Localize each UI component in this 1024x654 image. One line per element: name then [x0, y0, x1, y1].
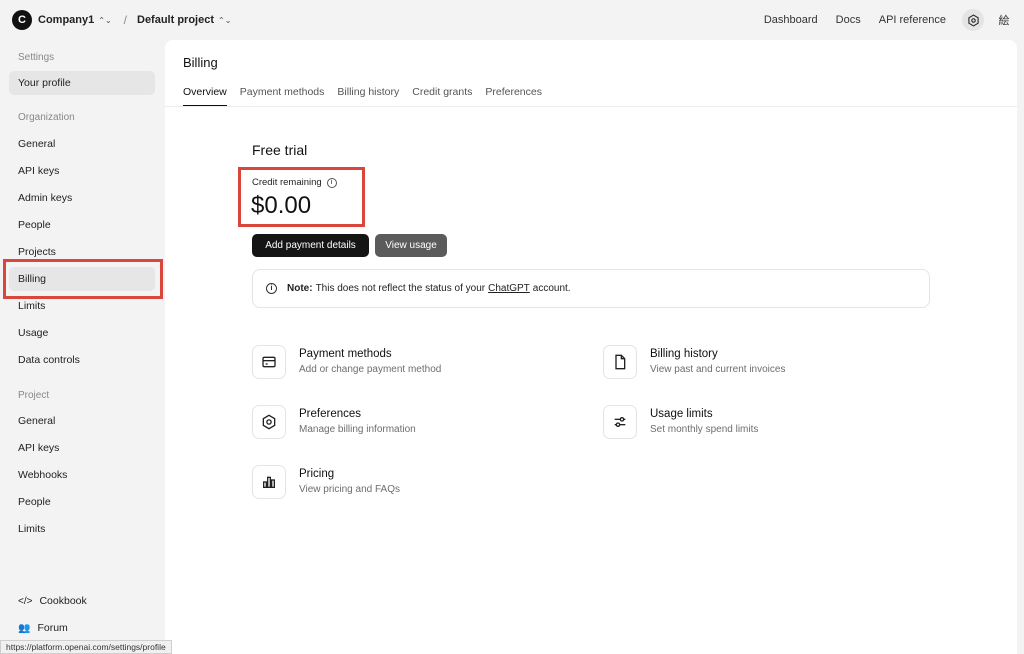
tab-overview[interactable]: Overview [183, 86, 227, 107]
card-subtitle: View pricing and FAQs [299, 484, 400, 495]
sidebar-item-label: People [18, 496, 51, 508]
sidebar-item-label: Admin keys [18, 192, 73, 204]
api-reference-link[interactable]: API reference [879, 14, 946, 26]
sidebar-item-label: API keys [18, 165, 60, 177]
sidebar-item-admin-keys[interactable]: Admin keys [9, 186, 155, 210]
org-avatar[interactable]: C [12, 10, 32, 30]
card-subtitle: Manage billing information [299, 424, 416, 435]
sidebar-item-label: Billing [18, 273, 47, 285]
sidebar-item-projects[interactable]: Projects [9, 240, 155, 264]
settings-button[interactable] [962, 9, 984, 31]
chatgpt-link[interactable]: ChatGPT [488, 283, 530, 294]
credit-remaining-label: Credit remaining i [252, 177, 337, 188]
sidebar: Settings Your profile Organization Gener… [0, 40, 165, 654]
people-icon: 👥 [18, 622, 31, 634]
bar-chart-icon [252, 465, 286, 499]
note-banner: i Note: This does not reflect the status… [252, 269, 930, 308]
settings-heading: Settings [18, 52, 55, 63]
project-heading: Project [18, 390, 50, 401]
tab-credit-grants[interactable]: Credit grants [412, 86, 472, 107]
gear-icon [967, 13, 979, 27]
card-title: Pricing [299, 468, 335, 480]
sidebar-item-label: Data controls [18, 354, 80, 366]
card-title: Preferences [299, 408, 362, 420]
credit-remaining-value: $0.00 [251, 192, 312, 219]
organization-heading: Organization [18, 112, 75, 123]
sidebar-item-project-general[interactable]: General [9, 409, 155, 433]
project-name: Default project [137, 14, 215, 26]
main-panel: Billing Overview Payment methods Billing… [165, 40, 1017, 654]
card-title: Usage limits [650, 408, 713, 420]
project-switcher[interactable]: Default project ⌃⌄ [137, 14, 231, 26]
sidebar-item-webhooks[interactable]: Webhooks [9, 463, 155, 487]
card-subtitle: Add or change payment method [299, 364, 442, 375]
sidebar-item-label: Limits [18, 300, 46, 312]
payment-methods-card[interactable]: Payment methods Add or change payment me… [252, 345, 441, 379]
sidebar-item-label: Projects [18, 246, 56, 258]
tab-payment-methods[interactable]: Payment methods [240, 86, 325, 107]
view-usage-button[interactable]: View usage [375, 234, 447, 257]
chevron-up-down-icon: ⌃⌄ [98, 15, 112, 25]
sidebar-item-label: Usage [18, 327, 49, 339]
sidebar-item-label: Webhooks [18, 469, 68, 481]
org-name: Company1 [38, 14, 95, 26]
sidebar-item-project-limits[interactable]: Limits [9, 517, 155, 541]
org-switcher[interactable]: Company1 ⌃⌄ [38, 14, 112, 26]
chevron-up-down-icon: ⌃⌄ [218, 15, 232, 25]
add-payment-details-button[interactable]: Add payment details [252, 234, 369, 257]
tabs-divider [165, 106, 1017, 107]
note-text-end: account. [532, 283, 571, 294]
sidebar-item-label: General [18, 138, 56, 150]
info-icon: i [266, 283, 277, 294]
sidebar-item-cookbook[interactable]: </> Cookbook [9, 589, 155, 613]
dashboard-link[interactable]: Dashboard [764, 14, 818, 26]
card-title: Payment methods [299, 348, 392, 360]
sidebar-item-label: API keys [18, 442, 60, 454]
sidebar-item-label: Cookbook [39, 595, 87, 607]
document-icon [603, 345, 637, 379]
sidebar-item-label: Limits [18, 523, 46, 535]
card-subtitle: Set monthly spend limits [650, 424, 759, 435]
sidebar-item-label: General [18, 415, 56, 427]
page-title: Billing [183, 55, 218, 70]
pricing-card[interactable]: Pricing View pricing and FAQs [252, 465, 400, 499]
top-nav: Dashboard Docs API reference 絵 [746, 9, 1012, 31]
preferences-card[interactable]: Preferences Manage billing information [252, 405, 416, 439]
sliders-icon [603, 405, 637, 439]
usage-limits-card[interactable]: Usage limits Set monthly spend limits [603, 405, 758, 439]
sidebar-item-org-limits[interactable]: Limits [9, 294, 155, 318]
credit-card-icon [252, 345, 286, 379]
breadcrumb-separator: / [123, 13, 127, 27]
note-label: Note: [287, 283, 313, 294]
sidebar-item-project-api-keys[interactable]: API keys [9, 436, 155, 460]
settings-icon [252, 405, 286, 439]
sidebar-item-label: Your profile [18, 77, 71, 89]
language-icon[interactable]: 絵 [996, 12, 1012, 28]
sidebar-item-project-people[interactable]: People [9, 490, 155, 514]
sidebar-item-forum[interactable]: 👥 Forum [9, 616, 155, 640]
sidebar-item-billing[interactable]: Billing [9, 267, 155, 291]
code-icon: </> [18, 595, 33, 607]
sidebar-item-label: Forum [37, 622, 68, 634]
sidebar-item-your-profile[interactable]: Your profile [9, 71, 155, 95]
info-icon[interactable]: i [326, 177, 337, 188]
card-subtitle: View past and current invoices [650, 364, 786, 375]
billing-tabs: Overview Payment methods Billing history… [183, 86, 555, 107]
sidebar-item-data-controls[interactable]: Data controls [9, 348, 155, 372]
sidebar-item-label: People [18, 219, 51, 231]
card-title: Billing history [650, 348, 718, 360]
sidebar-item-org-people[interactable]: People [9, 213, 155, 237]
top-bar: C Company1 ⌃⌄ / Default project ⌃⌄ Dashb… [0, 0, 1024, 40]
sidebar-item-org-api-keys[interactable]: API keys [9, 159, 155, 183]
billing-history-card[interactable]: Billing history View past and current in… [603, 345, 785, 379]
tab-billing-history[interactable]: Billing history [337, 86, 399, 107]
sidebar-item-usage[interactable]: Usage [9, 321, 155, 345]
plan-title: Free trial [252, 142, 308, 158]
sidebar-item-org-general[interactable]: General [9, 132, 155, 156]
tab-preferences[interactable]: Preferences [485, 86, 542, 107]
link-preview-status-bar: https://platform.openai.com/settings/pro… [0, 640, 172, 654]
docs-link[interactable]: Docs [836, 14, 861, 26]
credit-label-text: Credit remaining [252, 177, 322, 188]
note-text: This does not reflect the status of your [315, 283, 486, 294]
